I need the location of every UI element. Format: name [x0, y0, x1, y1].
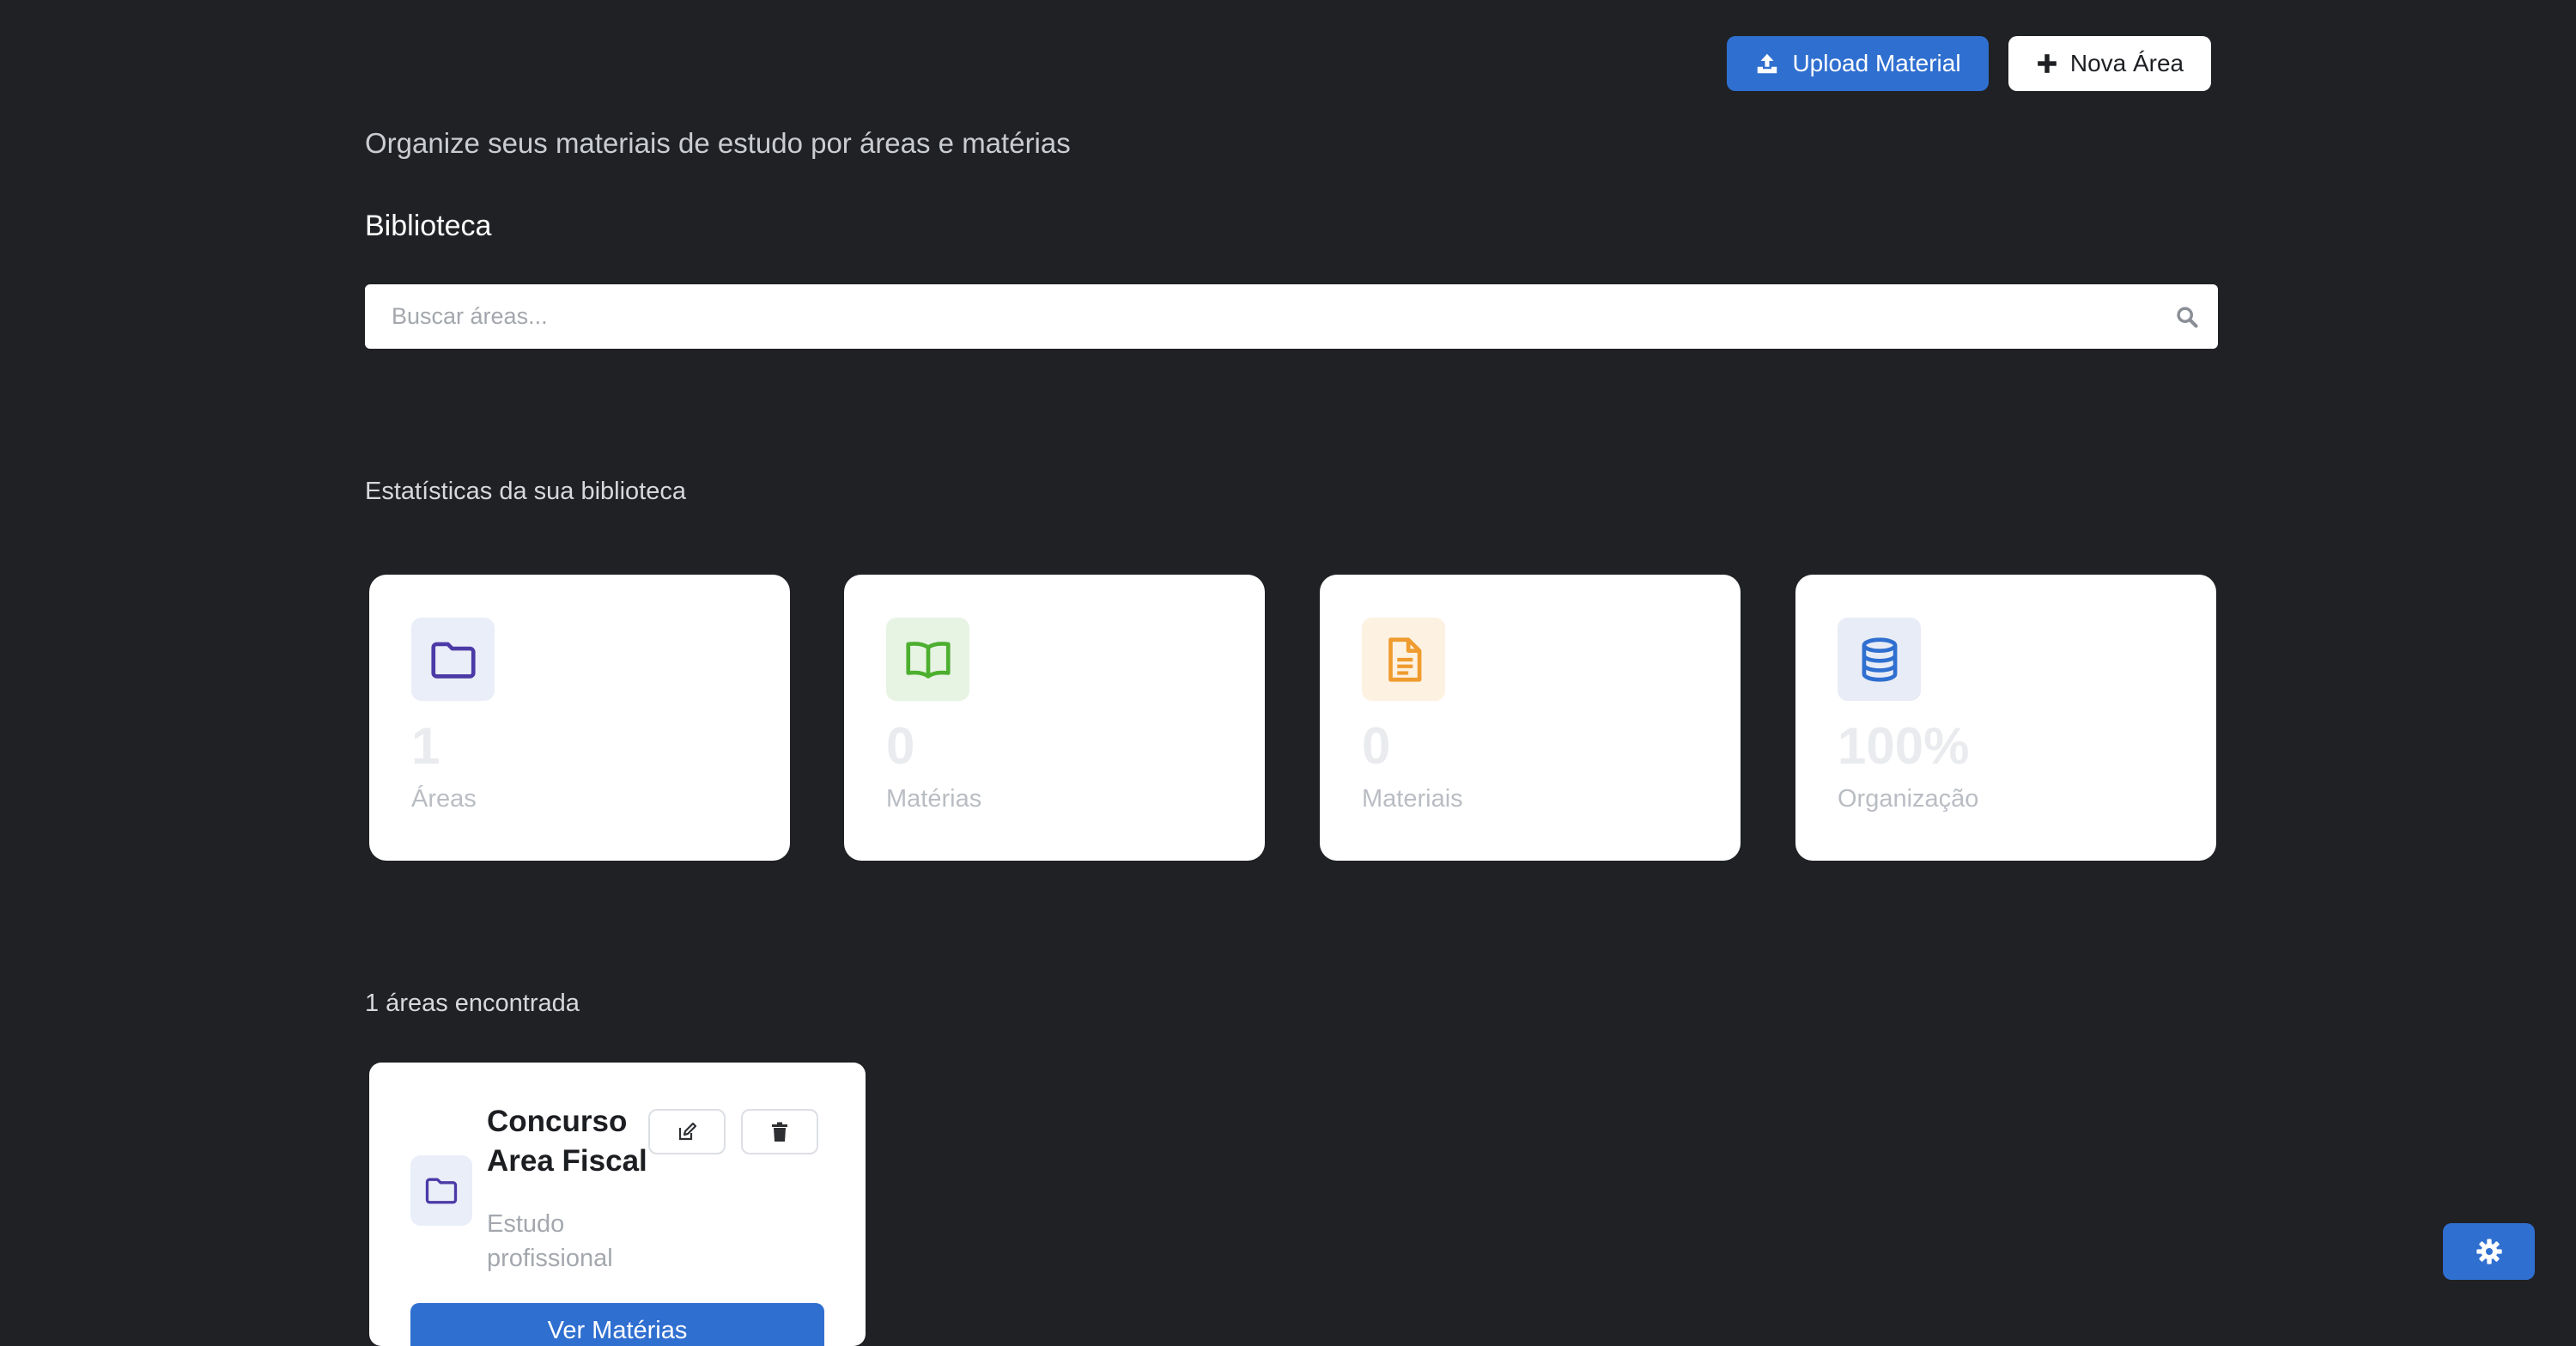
- stat-label: Organização: [1838, 785, 1979, 813]
- area-icon-box: [410, 1155, 472, 1226]
- stat-label: Matérias: [886, 785, 982, 813]
- stat-card-areas: 1 Áreas: [369, 575, 790, 861]
- book-icon: [905, 641, 951, 679]
- edit-area-button[interactable]: [648, 1109, 726, 1154]
- edit-icon: [678, 1122, 697, 1140]
- area-title: Concurso Area Fiscal: [487, 1105, 647, 1178]
- stat-icon-box: [1838, 618, 1921, 701]
- new-area-label: Nova Área: [2069, 50, 2184, 76]
- stat-value: 0: [886, 717, 915, 775]
- stat-icon-box: [886, 618, 969, 701]
- page-subtitle: Organize seus materiais de estudo por ár…: [365, 127, 1071, 159]
- settings-button[interactable]: [2443, 1223, 2535, 1280]
- area-description: Estudo profissional: [487, 1210, 613, 1272]
- page-title: Biblioteca: [365, 210, 492, 242]
- stats-section-label: Estatísticas da sua biblioteca: [365, 478, 686, 505]
- stat-card-subjects: 0 Matérias: [844, 575, 1265, 861]
- stat-value: 0: [1362, 717, 1391, 775]
- stat-icon-box: [411, 618, 495, 701]
- stat-label: Materiais: [1362, 785, 1463, 813]
- stat-value: 1: [411, 717, 440, 775]
- search-input[interactable]: [390, 302, 2175, 331]
- stat-icon-box: [1362, 618, 1445, 701]
- upload-icon: [1758, 53, 1777, 74]
- delete-area-button[interactable]: [741, 1109, 818, 1154]
- upload-material-label: Upload Material: [1792, 50, 1961, 76]
- trash-icon: [772, 1122, 787, 1142]
- search-icon[interactable]: [2175, 305, 2199, 329]
- stat-card-materials: 0 Materiais: [1320, 575, 1741, 861]
- database-icon: [1862, 636, 1897, 682]
- new-area-button[interactable]: Nova Área: [2008, 36, 2211, 91]
- stat-value: 100%: [1838, 717, 1970, 775]
- plus-icon: [2038, 54, 2057, 73]
- gear-icon: [2476, 1239, 2502, 1264]
- folder-icon: [430, 642, 476, 679]
- upload-material-button[interactable]: Upload Material: [1727, 36, 1989, 91]
- view-subjects-button[interactable]: Ver Matérias: [410, 1303, 824, 1346]
- stat-card-organization: 100% Organização: [1795, 575, 2216, 861]
- document-icon: [1388, 636, 1421, 682]
- stat-label: Áreas: [411, 785, 477, 813]
- folder-icon: [425, 1178, 458, 1204]
- areas-count-label: 1 áreas encontrada: [365, 990, 580, 1017]
- search-bar: [365, 284, 2218, 349]
- area-card: Concurso Area Fiscal Estudo profissional…: [369, 1063, 866, 1346]
